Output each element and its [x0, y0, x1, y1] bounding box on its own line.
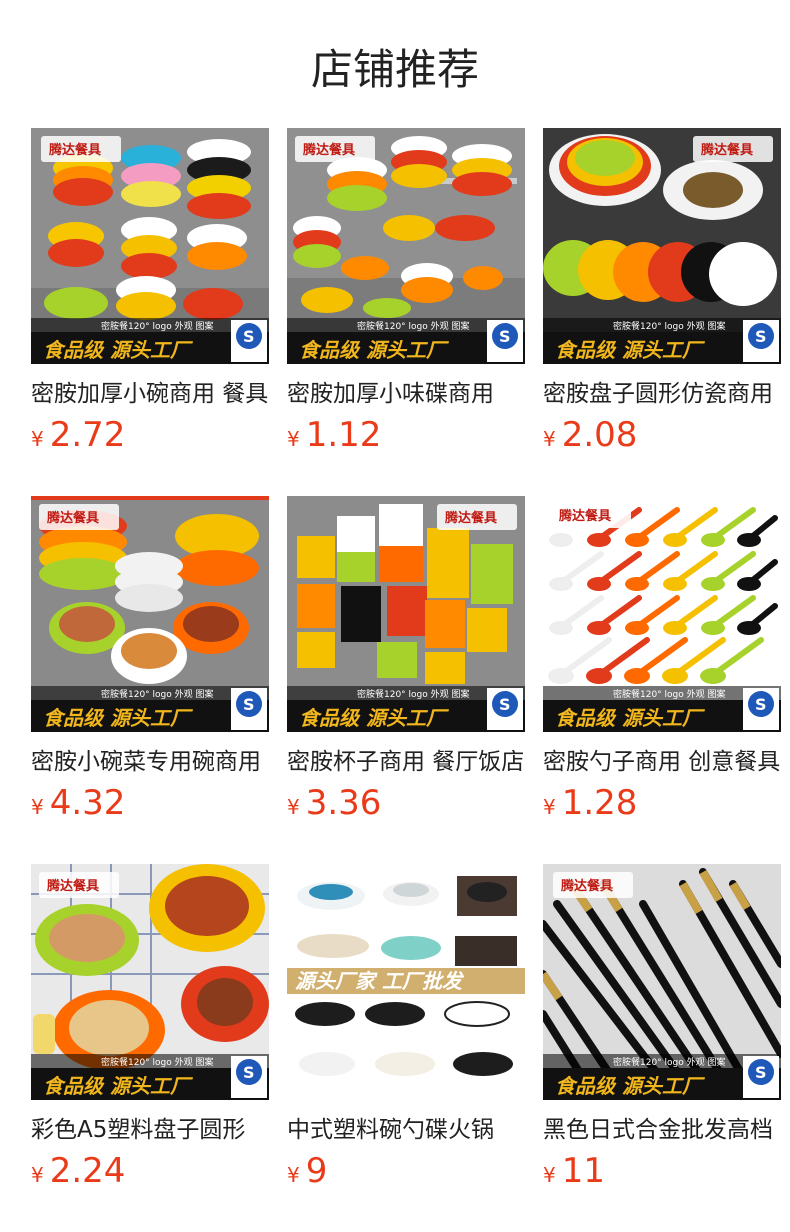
brand-logo: 腾达餐具: [560, 878, 613, 894]
price-value: 2.08: [561, 415, 638, 455]
product-image[interactable]: 腾达餐具 密胺餐120° logo 外观 图案 食品级 源头工厂 S: [31, 864, 269, 1100]
currency-symbol: ¥: [287, 1163, 300, 1187]
currency-symbol: ¥: [31, 795, 44, 819]
qs-mark: S: [755, 327, 767, 346]
product-price: ¥1.12: [287, 415, 381, 455]
ribbon-text: 密胺餐120° logo 外观 图案: [613, 688, 726, 700]
banner-text: 食品级 源头工厂: [555, 338, 706, 362]
qs-mark: S: [243, 1063, 255, 1082]
product-image[interactable]: 腾达餐具 密胺餐120° logo 外观 图案 食品级 源头工厂 S: [543, 864, 781, 1100]
banner-text: 食品级 源头工厂: [555, 1074, 706, 1098]
currency-symbol: ¥: [287, 795, 300, 819]
ribbon-text: 密胺餐120° logo 外观 图案: [613, 1056, 726, 1068]
banner-text: 食品级 源头工厂: [43, 1074, 194, 1098]
banner-top-text: 源头厂家 工厂批发: [295, 969, 465, 993]
banner-text: 食品级 源头工厂: [43, 706, 194, 730]
product-price: ¥9: [287, 1151, 327, 1191]
product-image[interactable]: 腾达餐具 密胺餐120° logo 外观 图案 食品级 源头工厂 S: [287, 128, 525, 364]
qs-mark: S: [499, 327, 511, 346]
ribbon-text: 密胺餐120° logo 外观 图案: [357, 320, 470, 332]
ribbon-text: 密胺餐120° logo 外观 图案: [101, 1056, 214, 1068]
ribbon-text: 密胺餐120° logo 外观 图案: [357, 688, 470, 700]
currency-symbol: ¥: [31, 427, 44, 451]
product-price: ¥2.72: [31, 415, 125, 455]
product-price: ¥2.24: [31, 1151, 125, 1191]
brand-logo: 腾达餐具: [558, 508, 611, 524]
qs-mark: S: [755, 1063, 767, 1082]
product-image[interactable]: 腾达餐具 密胺餐120° logo 外观 图案 食品级 源头工厂 S: [31, 128, 269, 364]
brand-logo: 腾达餐具: [700, 142, 753, 158]
ribbon-text: 密胺餐120° logo 外观 图案: [613, 320, 726, 332]
ribbon-text: 密胺餐120° logo 外观 图案: [101, 320, 214, 332]
product-image[interactable]: 腾达餐具 密胺餐120° logo 外观 图案 食品级 源头工厂 S: [31, 496, 269, 732]
product-name[interactable]: 密胺盘子圆形仿瓷商用: [543, 379, 781, 409]
product-price: ¥1.28: [543, 783, 637, 823]
brand-logo: 腾达餐具: [46, 510, 99, 526]
ribbon-text: 密胺餐120° logo 外观 图案: [101, 688, 214, 700]
product-name[interactable]: 黑色日式合金批发高档: [543, 1115, 781, 1145]
product-price: ¥11: [543, 1151, 605, 1191]
brand-logo: 腾达餐具: [46, 878, 99, 894]
product-image[interactable]: 源头厂家 工厂批发: [287, 864, 525, 1100]
banner-text: 食品级 源头工厂: [299, 706, 450, 730]
qs-mark: S: [243, 327, 255, 346]
product-name[interactable]: 中式塑料碗勺碟火锅: [287, 1115, 525, 1145]
price-value: 2.72: [49, 415, 126, 455]
qs-mark: S: [243, 695, 255, 714]
price-value: 3.36: [305, 783, 382, 823]
currency-symbol: ¥: [543, 427, 556, 451]
product-name[interactable]: 密胺勺子商用 创意餐具: [543, 747, 781, 777]
product-price: ¥4.32: [31, 783, 125, 823]
qs-mark: S: [499, 695, 511, 714]
currency-symbol: ¥: [543, 795, 556, 819]
brand-logo: 腾达餐具: [48, 142, 101, 158]
price-value: 1.28: [561, 783, 638, 823]
product-name[interactable]: 密胺加厚小味碟商用: [287, 379, 525, 409]
product-price: ¥2.08: [543, 415, 637, 455]
product-image[interactable]: 腾达餐具 密胺餐120° logo 外观 图案 食品级 源头工厂 S: [287, 496, 525, 732]
banner-text: 食品级 源头工厂: [555, 706, 706, 730]
qs-mark: S: [755, 695, 767, 714]
brand-logo: 腾达餐具: [302, 142, 355, 158]
price-value: 9: [305, 1151, 328, 1191]
product-name[interactable]: 密胺杯子商用 餐厅饭店: [287, 747, 525, 777]
product-name[interactable]: 密胺小碗菜专用碗商用: [31, 747, 269, 777]
currency-symbol: ¥: [287, 427, 300, 451]
banner-text: 食品级 源头工厂: [43, 338, 194, 362]
product-name[interactable]: 彩色A5塑料盘子圆形: [31, 1115, 269, 1145]
banner-text: 食品级 源头工厂: [299, 338, 450, 362]
price-value: 2.24: [49, 1151, 126, 1191]
currency-symbol: ¥: [543, 1163, 556, 1187]
price-value: 1.12: [305, 415, 382, 455]
price-value: 11: [561, 1151, 605, 1191]
price-value: 4.32: [49, 783, 126, 823]
page-title: 店铺推荐: [310, 44, 479, 94]
product-image[interactable]: 腾达餐具 密胺餐120° logo 外观 图案 食品级 源头工厂 S: [543, 496, 781, 732]
currency-symbol: ¥: [31, 1163, 44, 1187]
brand-logo: 腾达餐具: [444, 510, 497, 526]
product-image[interactable]: 腾达餐具 密胺餐120° logo 外观 图案 食品级 源头工厂 S: [543, 128, 781, 364]
product-price: ¥3.36: [287, 783, 381, 823]
product-name[interactable]: 密胺加厚小碗商用 餐具: [31, 379, 269, 409]
